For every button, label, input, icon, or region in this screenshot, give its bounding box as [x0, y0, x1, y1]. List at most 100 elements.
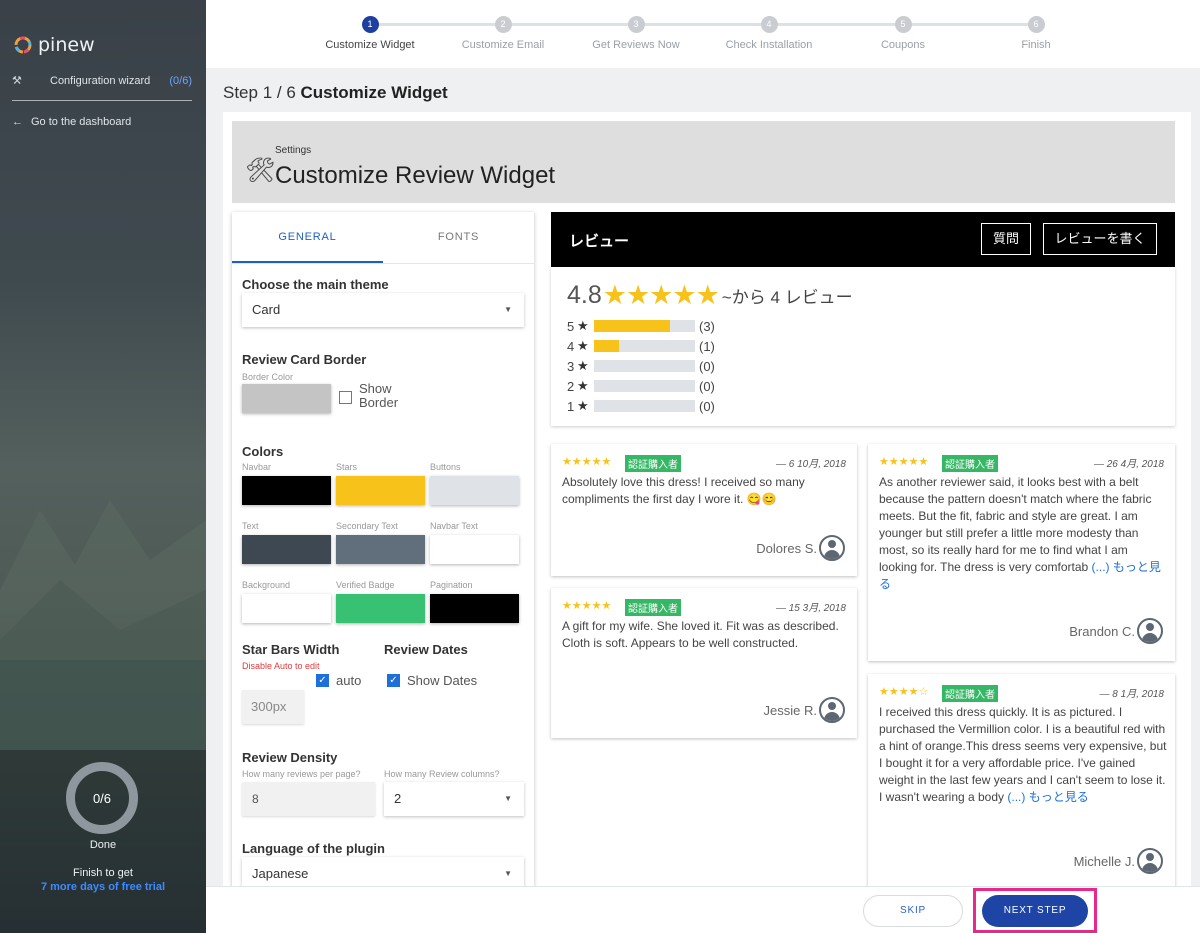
pinew-logo-icon — [14, 36, 32, 54]
step-label: Coupons — [880, 39, 926, 51]
swatch-label: Background — [242, 580, 291, 590]
star-icon: ★ — [577, 398, 589, 413]
per-page-label: How many reviews per page? — [242, 769, 361, 779]
rating-bar-fill — [594, 340, 620, 352]
border-color-swatch[interactable] — [242, 384, 331, 413]
tab-fonts[interactable]: FONTS — [383, 212, 534, 263]
theme-select[interactable]: Card ▼ — [242, 293, 524, 327]
sidebar: pinew ⚒ Configuration wizard (0/6) ← Go … — [0, 0, 206, 933]
color-swatch[interactable] — [336, 594, 425, 623]
review-author: Jessie R. — [764, 697, 845, 723]
step-3[interactable]: 3 Get Reviews Now — [576, 16, 696, 51]
step-6[interactable]: 6 Finish — [976, 16, 1096, 51]
review-columns-value: 2 — [394, 791, 402, 806]
color-swatch[interactable] — [242, 535, 331, 564]
author-name: Dolores S. — [756, 540, 817, 556]
ellipsis: (...) — [1091, 560, 1110, 574]
color-swatch[interactable] — [242, 594, 331, 623]
review-card: ★★★★★ 認証購入者 — 15 3月, 2018 A gift for my … — [551, 588, 857, 738]
star-icon: ★ — [577, 358, 589, 373]
step-2[interactable]: 2 Customize Email — [443, 16, 563, 51]
chevron-down-icon: ▼ — [504, 305, 512, 314]
user-avatar-icon — [819, 535, 845, 561]
show-border-checkbox[interactable] — [339, 391, 352, 404]
language-select[interactable]: Japanese ▼ — [242, 857, 524, 886]
step-label: Customize Email — [461, 39, 545, 51]
color-swatch[interactable] — [336, 535, 425, 564]
average-value: 4.8 — [567, 281, 602, 309]
page-title: Step 1 / 6 Customize Widget — [223, 83, 448, 102]
rating-bar-row[interactable]: 5 ★ (3) — [567, 318, 715, 334]
average-rating: 4.8 ★★★★★ ~から 4 レビュー — [567, 280, 853, 311]
show-dates-checkbox[interactable]: ✓ — [387, 674, 400, 687]
author-name: Jessie R. — [763, 702, 817, 718]
reviews-per-page-input[interactable]: 8 — [242, 782, 375, 816]
widget-preview: レビュー 質問 レビューを書く 4.8 ★★★★★ ~から 4 レビュー 5 ★(… — [551, 212, 1175, 886]
rating-summary: 4.8 ★★★★★ ~から 4 レビュー 5 ★ (3) 4 ★ (1) 3 ★ (0) 2 ★ (0… — [551, 267, 1175, 426]
progress-ring: 0/6 — [66, 762, 138, 834]
main-card: 🛠 Settings Customize Review Widget GENER… — [223, 112, 1191, 886]
verified-badge: 認証購入者 — [942, 455, 998, 472]
review-author: Michelle J. — [1074, 848, 1163, 874]
star-number: 3 — [567, 358, 575, 374]
review-stars-icon: ★★★★★ — [562, 600, 612, 612]
color-swatch[interactable] — [336, 476, 425, 505]
configuration-wizard-link[interactable]: ⚒ Configuration wizard (0/6) — [12, 74, 192, 88]
density-label: Review Density — [242, 750, 338, 765]
swatch-label: Navbar — [242, 462, 272, 472]
wizard-label: Configuration wizard — [50, 74, 151, 87]
colors-label: Colors — [242, 444, 284, 459]
author-name: Brandon C. — [1069, 623, 1135, 639]
rating-bar-row[interactable]: 1 ★ (0) — [567, 398, 715, 414]
dashboard-link[interactable]: ← Go to the dashboard — [12, 116, 131, 128]
swatch-label: Buttons — [430, 462, 461, 472]
review-date: — 15 3月, 2018 — [775, 603, 846, 614]
auto-width-checkbox[interactable]: ✓ — [316, 674, 329, 687]
rating-bar-row[interactable]: 2 ★ (0) — [567, 378, 715, 394]
rating-bar-row[interactable]: 3 ★ (0) — [567, 358, 715, 374]
chevron-down-icon: ▼ — [504, 794, 512, 803]
step-5[interactable]: 5 Coupons — [843, 16, 963, 51]
star-number: 1 — [567, 398, 575, 414]
brand-logo[interactable]: pinew — [12, 34, 95, 56]
widget-title: レビュー — [569, 233, 630, 250]
finish-text: Finish to get — [73, 867, 133, 879]
color-swatch[interactable] — [430, 476, 519, 505]
color-swatch[interactable] — [430, 594, 519, 623]
rating-bar-row[interactable]: 4 ★ (1) — [567, 338, 715, 354]
review-stars-icon: ★★★★☆ — [879, 686, 929, 698]
step-label: Customize Widget — [325, 39, 415, 51]
review-dates-label: Review Dates — [384, 642, 468, 657]
next-step-button[interactable]: NEXT STEP — [982, 895, 1088, 927]
star-number: 2 — [567, 378, 575, 394]
rating-bar-track — [594, 380, 695, 392]
tab-general[interactable]: GENERAL — [232, 212, 383, 263]
rating-bar-track — [594, 360, 695, 372]
review-columns-select[interactable]: 2 ▼ — [384, 782, 524, 816]
skip-button[interactable]: SKIP — [863, 895, 963, 927]
show-border-label: Show Border — [359, 381, 399, 410]
step-4[interactable]: 4 Check Installation — [709, 16, 829, 51]
color-swatch[interactable] — [430, 535, 519, 564]
verified-badge: 認証購入者 — [942, 685, 998, 702]
swatch-label: Text — [242, 521, 259, 531]
dashboard-link-label: Go to the dashboard — [31, 116, 132, 128]
write-review-button[interactable]: レビューを書く — [1043, 223, 1157, 255]
review-text: As another reviewer said, it looks best … — [879, 475, 1161, 591]
read-more-link[interactable]: もっと見る — [1029, 790, 1089, 804]
swatch-label: Secondary Text — [336, 521, 398, 531]
rating-bar-track — [594, 340, 695, 352]
theme-label: Choose the main theme — [242, 277, 389, 292]
star-bars-width-input[interactable]: 300px — [242, 690, 304, 724]
auto-width-label: auto — [336, 673, 362, 688]
average-stars-icon: ★★★★★ — [602, 280, 720, 310]
rating-count: (0) — [699, 398, 715, 414]
review-card: ★★★★★ 認証購入者 — 6 10月, 2018 Absolutely lov… — [551, 444, 857, 576]
rating-count: (0) — [699, 358, 715, 374]
color-swatch[interactable] — [242, 476, 331, 505]
ask-question-button[interactable]: 質問 — [981, 223, 1031, 255]
step-1[interactable]: 1 Customize Widget — [310, 16, 430, 51]
verified-badge: 認証購入者 — [625, 455, 681, 472]
border-label: Review Card Border — [242, 352, 367, 367]
review-card: ★★★★★ 認証購入者 — 26 4月, 2018 As another rev… — [868, 444, 1175, 661]
